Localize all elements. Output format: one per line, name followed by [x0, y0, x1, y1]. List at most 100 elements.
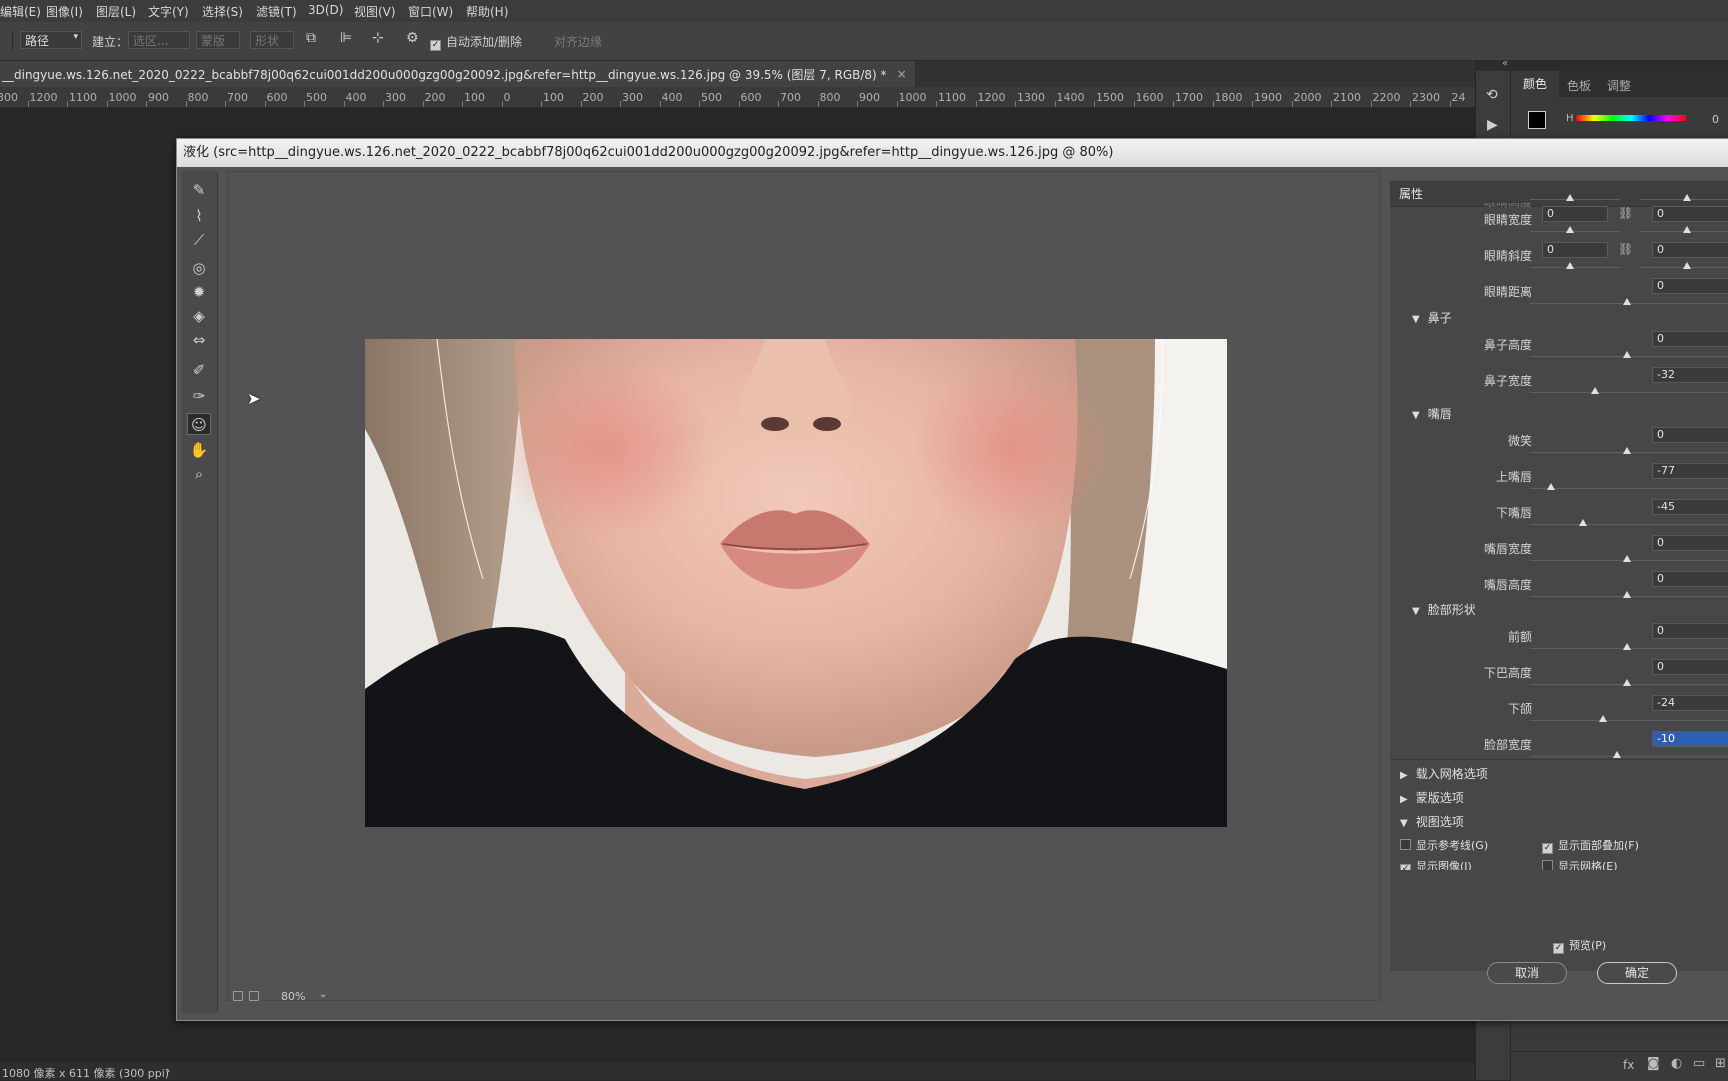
link-icon[interactable]: ⛓: [1618, 206, 1633, 220]
eye-width-left-input[interactable]: 0: [1542, 206, 1608, 222]
path-operations-icon[interactable]: ⧉: [306, 30, 316, 46]
hue-slider[interactable]: [1576, 115, 1686, 121]
ok-button[interactable]: 确定: [1597, 962, 1677, 984]
reconstruct-tool-icon[interactable]: ⌇: [187, 205, 211, 227]
eye-distance-input[interactable]: 0: [1652, 278, 1728, 294]
smile-thumb[interactable]: [1623, 447, 1631, 454]
tab-adjustments[interactable]: 调整: [1607, 77, 1631, 94]
mesh-options-section[interactable]: ▶ 载入网格选项: [1400, 765, 1488, 782]
mask-button[interactable]: 蒙版: [196, 31, 240, 49]
eye-tilt-right-thumb[interactable]: [1683, 262, 1691, 269]
view-options-section[interactable]: ▼ 视图选项: [1400, 813, 1464, 830]
status-arrow-icon[interactable]: ›: [166, 1064, 170, 1077]
menu-type[interactable]: 文字(Y): [148, 3, 189, 20]
show-mesh-checkbox[interactable]: 显示网格(E): [1542, 858, 1618, 870]
smooth-tool-icon[interactable]: ⟋: [187, 229, 211, 251]
forehead-input[interactable]: 0: [1652, 623, 1728, 639]
show-face-overlay-checkbox[interactable]: ✓ 显示面部叠加(F): [1542, 837, 1639, 854]
cancel-button[interactable]: 取消: [1487, 962, 1567, 984]
chin-height-input[interactable]: 0: [1652, 659, 1728, 675]
eye-height-right-thumb[interactable]: [1683, 194, 1691, 201]
eye-distance-thumb[interactable]: [1623, 298, 1631, 305]
smile-input[interactable]: 0: [1652, 427, 1728, 443]
face-shape-section-header[interactable]: ▼ 脸部形状: [1412, 601, 1476, 618]
align-edges-option[interactable]: 对齐边缘: [554, 33, 602, 50]
eye-height-left-thumb[interactable]: [1566, 194, 1574, 201]
menu-select[interactable]: 选择(S): [202, 3, 243, 20]
folder-icon[interactable]: ▭: [1693, 1056, 1705, 1071]
jawline-input[interactable]: -24: [1652, 695, 1728, 711]
forward-warp-tool-icon[interactable]: ✎: [187, 179, 211, 201]
adjustment-icon[interactable]: ◐: [1671, 1056, 1682, 1071]
zoom-in-icon[interactable]: [249, 991, 259, 1001]
jawline-thumb[interactable]: [1599, 715, 1607, 722]
eye-width-right-thumb[interactable]: [1683, 226, 1691, 233]
eye-tilt-left-thumb[interactable]: [1566, 262, 1574, 269]
push-left-tool-icon[interactable]: ⇔: [187, 329, 211, 351]
freeze-mask-tool-icon[interactable]: ✐: [187, 359, 211, 381]
collapse-icon[interactable]: «: [1502, 58, 1508, 69]
menu-window[interactable]: 窗口(W): [408, 3, 453, 20]
path-arrangement-icon[interactable]: ⊹: [372, 30, 384, 46]
shape-button[interactable]: 形状: [250, 31, 294, 49]
menu-image[interactable]: 图像(I): [46, 3, 83, 20]
tab-swatches[interactable]: 色板: [1567, 77, 1591, 94]
twirl-tool-icon[interactable]: ◎: [187, 257, 211, 279]
mask-options-section[interactable]: ▶ 蒙版选项: [1400, 789, 1464, 806]
eye-width-right-input[interactable]: 0: [1652, 206, 1728, 222]
lower-lip-thumb[interactable]: [1579, 519, 1587, 526]
menu-3d[interactable]: 3D(D): [308, 3, 343, 17]
selection-button[interactable]: 选区...: [128, 31, 190, 49]
mouth-width-thumb[interactable]: [1623, 555, 1631, 562]
face-width-thumb[interactable]: [1613, 751, 1621, 758]
face-photo[interactable]: [365, 339, 1227, 827]
lower-lip-input[interactable]: -45: [1652, 499, 1728, 515]
link-icon[interactable]: ⛓: [1618, 242, 1633, 256]
face-width-input[interactable]: -10: [1652, 731, 1728, 747]
mouth-height-thumb[interactable]: [1623, 591, 1631, 598]
pucker-tool-icon[interactable]: ✹: [187, 281, 211, 303]
upper-lip-input[interactable]: -77: [1652, 463, 1728, 479]
bloat-tool-icon[interactable]: ◈: [187, 305, 211, 327]
face-tool-icon[interactable]: ☺: [187, 413, 211, 435]
mouth-width-input[interactable]: 0: [1652, 535, 1728, 551]
show-guides-checkbox[interactable]: 显示参考线(G): [1400, 837, 1488, 853]
thaw-mask-tool-icon[interactable]: ✑: [187, 385, 211, 407]
close-icon[interactable]: ×: [897, 67, 907, 81]
eye-tilt-left-input[interactable]: 0: [1542, 242, 1608, 258]
mouth-section-header[interactable]: ▼ 嘴唇: [1412, 405, 1452, 422]
chin-height-thumb[interactable]: [1623, 679, 1631, 686]
chevron-down-icon[interactable]: ⌄: [319, 989, 327, 1000]
menu-help[interactable]: 帮助(H): [466, 3, 508, 20]
upper-lip-thumb[interactable]: [1547, 483, 1555, 490]
menu-edit[interactable]: 编辑(E): [0, 3, 41, 20]
tab-color[interactable]: 颜色: [1511, 71, 1559, 97]
play-icon[interactable]: ▶: [1487, 117, 1498, 133]
nose-height-input[interactable]: 0: [1652, 331, 1728, 347]
menu-layer[interactable]: 图层(L): [96, 3, 136, 20]
history-icon[interactable]: ⟲: [1486, 87, 1498, 103]
nose-section-header[interactable]: ▼ 鼻子: [1412, 309, 1452, 326]
zoom-out-icon[interactable]: [233, 991, 243, 1001]
nose-width-thumb[interactable]: [1591, 387, 1599, 394]
new-layer-icon[interactable]: ⊞: [1715, 1056, 1726, 1071]
auto-add-delete-checkbox[interactable]: ✓ 自动添加/删除: [430, 33, 522, 51]
nose-height-thumb[interactable]: [1623, 351, 1631, 358]
path-alignment-icon[interactable]: ⊫: [340, 30, 352, 46]
menu-view[interactable]: 视图(V): [354, 3, 396, 20]
menu-filter[interactable]: 滤镜(T): [256, 3, 297, 20]
eye-tilt-right-input[interactable]: 0: [1652, 242, 1728, 258]
mouth-height-input[interactable]: 0: [1652, 571, 1728, 587]
forehead-thumb[interactable]: [1623, 643, 1631, 650]
nose-width-input[interactable]: -32: [1652, 367, 1728, 383]
show-image-checkbox[interactable]: ✓ 显示图像(I): [1400, 858, 1472, 870]
document-tab[interactable]: __dingyue.ws.126.net_2020_0222_bcabbf78j…: [0, 61, 915, 87]
zoom-level[interactable]: 80%: [281, 990, 305, 1003]
gear-icon[interactable]: ⚙: [406, 30, 419, 46]
foreground-color-swatch[interactable]: [1528, 111, 1546, 129]
path-mode-select[interactable]: 路径 ▾: [20, 31, 82, 49]
eye-width-left-thumb[interactable]: [1566, 226, 1574, 233]
fx-icon[interactable]: fx: [1623, 1058, 1634, 1072]
zoom-tool-icon[interactable]: ⌕: [187, 463, 211, 485]
preview-checkbox[interactable]: ✓ 预览(P): [1553, 937, 1606, 954]
